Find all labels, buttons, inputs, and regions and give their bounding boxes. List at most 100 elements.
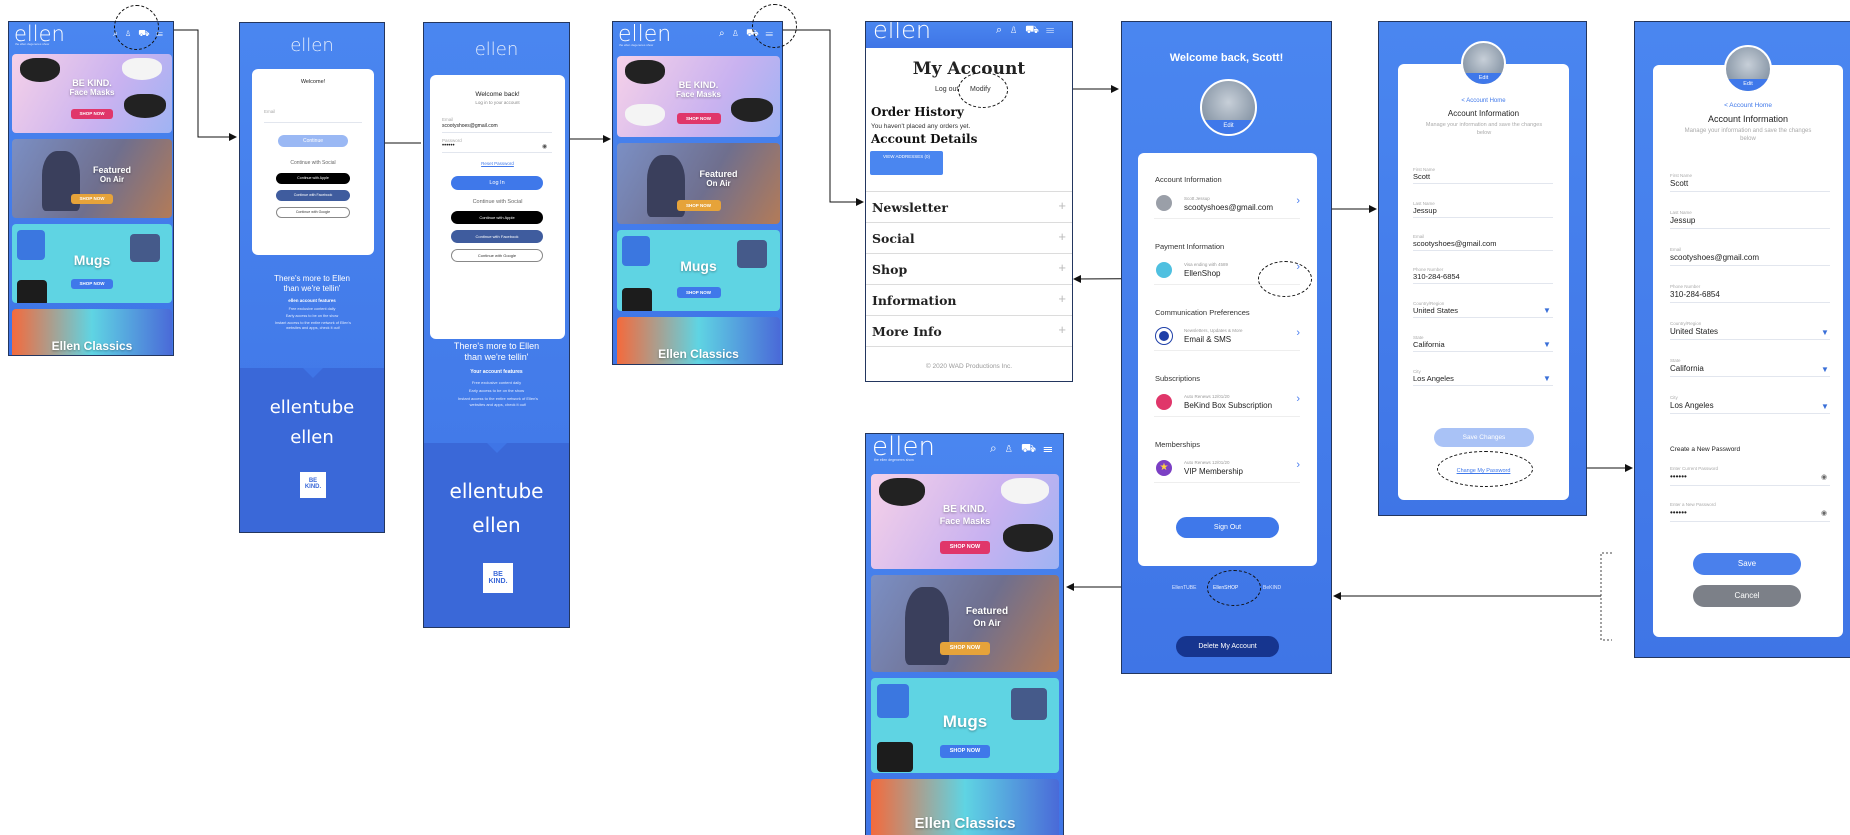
- edit-badge[interactable]: Edit: [1726, 79, 1770, 91]
- last-name-value[interactable]: Jessup: [1670, 216, 1695, 225]
- sub-value: BeKind Box Subscription: [1184, 401, 1273, 410]
- feature-3: Instant access to the entire network of …: [274, 321, 352, 330]
- current-password-value[interactable]: ••••••: [1670, 472, 1687, 481]
- ellen-logo[interactable]: ellen: [873, 22, 931, 44]
- tile-face-masks[interactable]: BE KIND. Face Masks SHOP NOW: [12, 54, 172, 133]
- shop-now-button[interactable]: SHOP NOW: [940, 745, 990, 758]
- last-name-value[interactable]: Jessup: [1413, 206, 1437, 215]
- email-value[interactable]: scootyshoes@gmail.com: [1413, 239, 1496, 248]
- delete-account-button[interactable]: Delete My Account: [1176, 636, 1279, 657]
- tile-mugs[interactable]: Mugs SHOP NOW: [617, 230, 780, 311]
- row-communication[interactable]: Newsletters, Updates & More Email & SMS …: [1154, 323, 1300, 351]
- cancel-button[interactable]: Cancel: [1693, 585, 1801, 607]
- shop-now-button[interactable]: SHOP NOW: [71, 194, 113, 204]
- row-account[interactable]: Scott Jessup scootyshoes@gmail.com ›: [1154, 191, 1300, 219]
- back-link[interactable]: < Account Home: [1398, 98, 1569, 104]
- reset-password-link[interactable]: Reset Password: [430, 161, 565, 166]
- continue-social-label: Continue with Social: [472, 199, 523, 205]
- facebook-button[interactable]: Continue with Facebook: [276, 190, 350, 201]
- state-select[interactable]: California: [1670, 364, 1704, 373]
- email-value[interactable]: scootyshoes@gmail.com: [442, 123, 498, 129]
- tile-classics[interactable]: Ellen Classics: [871, 779, 1059, 835]
- first-name-value[interactable]: Scott: [1413, 172, 1430, 181]
- shop-now-button[interactable]: SHOP NOW: [676, 113, 721, 124]
- payment-shop: EllenShop: [1184, 269, 1221, 278]
- shop-now-button[interactable]: SHOP NOW: [676, 200, 721, 211]
- apple-button[interactable]: Continue with Apple: [276, 173, 350, 184]
- shop-now-button[interactable]: SHOP NOW: [71, 279, 113, 289]
- accordion-information[interactable]: Information +: [866, 284, 1072, 315]
- tile-classics[interactable]: Ellen Classics: [12, 309, 172, 355]
- accordion-shop[interactable]: Shop +: [866, 253, 1072, 284]
- sign-out-button[interactable]: Sign Out: [1176, 517, 1279, 538]
- email-field[interactable]: [264, 122, 362, 123]
- ellentube-logo: ellentube: [269, 397, 355, 418]
- google-button[interactable]: Continue with Google: [276, 207, 350, 218]
- avatar[interactable]: Edit: [1200, 79, 1257, 136]
- phone-value[interactable]: 310-284-6854: [1413, 272, 1460, 281]
- city-select[interactable]: Los Angeles: [1670, 401, 1714, 410]
- shop-now-button[interactable]: SHOP NOW: [676, 287, 721, 298]
- tile-classics[interactable]: Ellen Classics: [617, 317, 780, 364]
- tile-face-masks[interactable]: BE KIND. Face Masks SHOP NOW: [617, 56, 780, 137]
- country-select[interactable]: United States: [1670, 327, 1718, 336]
- chevron-down-icon[interactable]: ▼: [1543, 306, 1551, 315]
- link-bekind[interactable]: BeKIND: [1263, 585, 1281, 591]
- eye-off-icon[interactable]: ◉: [1821, 509, 1827, 517]
- header-icons[interactable]: ⌕ ♙ ⛟ ☰: [996, 24, 1056, 38]
- row-membership[interactable]: ★ Auto Renews 12/01/20 VIP Membership ›: [1154, 455, 1300, 483]
- header-icons[interactable]: ⌕ ♙ ⛟ ☰: [990, 441, 1054, 457]
- tile-featured[interactable]: Featured On Air SHOP NOW: [12, 139, 172, 218]
- row-subscription[interactable]: Auto Renews 12/01/20 BeKind Box Subscrip…: [1154, 389, 1300, 417]
- link-ellentube[interactable]: EllenTUBE: [1172, 585, 1196, 591]
- city-select[interactable]: Los Angeles: [1413, 374, 1454, 383]
- account-card: Account Information Scott Jessup scootys…: [1138, 153, 1317, 566]
- tile-subtitle: Face Masks: [69, 88, 115, 97]
- new-password-value[interactable]: ••••••: [1670, 508, 1687, 517]
- save-changes-button[interactable]: Save Changes: [1434, 428, 1534, 447]
- tile-featured[interactable]: Featured On Air SHOP NOW: [617, 143, 780, 224]
- apple-button[interactable]: Continue with Apple: [451, 211, 543, 224]
- subscriptions-heading: Subscriptions: [1155, 374, 1201, 383]
- chevron-down-icon[interactable]: ▼: [1543, 374, 1551, 383]
- accordion-newsletter[interactable]: Newsletter +: [866, 191, 1072, 222]
- email-value[interactable]: scootyshoes@gmail.com: [1670, 253, 1759, 262]
- chevron-down-icon[interactable]: ▼: [1821, 365, 1829, 374]
- shop-now-button[interactable]: SHOP NOW: [71, 109, 113, 119]
- avatar[interactable]: Edit: [1461, 41, 1506, 86]
- login-button[interactable]: Log In: [451, 176, 543, 190]
- payment-info-heading: Payment Information: [1155, 242, 1225, 251]
- back-link[interactable]: < Account Home: [1653, 102, 1843, 109]
- chat-icon: [1156, 328, 1172, 344]
- phone-value[interactable]: 310-284-6854: [1670, 290, 1720, 299]
- tile-mugs[interactable]: Mugs SHOP NOW: [871, 678, 1059, 773]
- edit-badge[interactable]: Edit: [1463, 73, 1504, 84]
- eye-icon[interactable]: ◉: [542, 143, 547, 150]
- tile-featured[interactable]: Featured On Air SHOP NOW: [871, 575, 1059, 672]
- chevron-down-icon[interactable]: ▼: [1821, 402, 1829, 411]
- edit-badge[interactable]: Edit: [1202, 120, 1255, 134]
- accordion-social[interactable]: Social +: [866, 222, 1072, 253]
- copyright-text: © 2020 WAD Productions Inc.: [925, 363, 1013, 370]
- tile-mugs[interactable]: Mugs SHOP NOW: [12, 224, 172, 303]
- chevron-down-icon[interactable]: ▼: [1821, 328, 1829, 337]
- eye-off-icon[interactable]: ◉: [1821, 473, 1827, 481]
- password-value[interactable]: ••••••: [442, 143, 455, 149]
- highlight-menu-icon: [752, 4, 797, 48]
- shop-now-button[interactable]: SHOP NOW: [940, 541, 990, 554]
- view-addresses-button[interactable]: VIEW ADDRESSES (0): [870, 151, 943, 175]
- logout-link[interactable]: Log out: [935, 86, 958, 93]
- save-button[interactable]: Save: [1693, 553, 1801, 575]
- shop-now-button[interactable]: SHOP NOW: [940, 642, 990, 655]
- tile-face-masks[interactable]: BE KIND. Face Masks SHOP NOW: [871, 474, 1059, 569]
- avatar[interactable]: Edit: [1724, 45, 1772, 93]
- continue-button[interactable]: Continue: [278, 135, 348, 147]
- chevron-down-icon[interactable]: ▼: [1543, 340, 1551, 349]
- facebook-button[interactable]: Continue with Facebook: [451, 230, 543, 243]
- google-button[interactable]: Continue with Google: [451, 249, 543, 262]
- first-name-value[interactable]: Scott: [1670, 179, 1688, 188]
- state-select[interactable]: California: [1413, 340, 1445, 349]
- user-photo-icon: [1156, 195, 1172, 211]
- country-select[interactable]: United States: [1413, 306, 1458, 315]
- accordion-more-info[interactable]: More Info +: [866, 315, 1072, 346]
